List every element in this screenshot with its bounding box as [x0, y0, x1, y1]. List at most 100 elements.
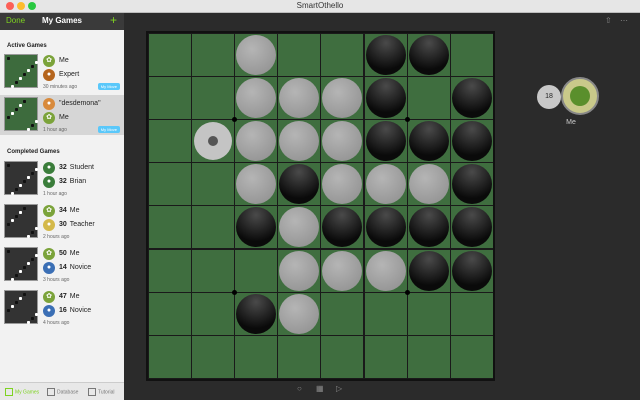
opponent-name: Expert: [59, 71, 80, 78]
white-piece: [236, 78, 277, 119]
thumbnail-piece: [31, 65, 34, 68]
board-square[interactable]: [149, 335, 192, 378]
player-avatar-icon: ●: [43, 162, 55, 174]
thumbnail-piece: [23, 180, 26, 183]
opponent-score: 14: [59, 264, 67, 271]
opponent-avatar-icon: ●: [43, 176, 55, 188]
board-square[interactable]: [149, 77, 192, 120]
thumbnail-piece: [19, 297, 22, 300]
board-square[interactable]: [407, 77, 450, 120]
board-square[interactable]: [450, 335, 493, 378]
board-square[interactable]: [407, 292, 450, 335]
board-square[interactable]: [364, 292, 407, 335]
white-piece: [279, 250, 320, 291]
thumbnail-piece: [11, 219, 14, 222]
thumbnail-piece: [7, 223, 10, 226]
thumbnail-piece: [27, 176, 30, 179]
white-piece: [236, 35, 277, 75]
board-square[interactable]: [192, 249, 235, 292]
thumbnail-piece: [31, 172, 34, 175]
leaf-icon: [570, 86, 590, 106]
board-square[interactable]: [450, 34, 493, 77]
tab-my-games[interactable]: My Games: [5, 388, 39, 396]
black-piece: [365, 78, 406, 119]
thumbnail-piece: [11, 192, 14, 195]
opponent-name: Brian: [69, 178, 87, 185]
share-icon[interactable]: ⇧: [605, 16, 612, 25]
board-square[interactable]: [321, 34, 364, 77]
player-label: Me: [566, 119, 576, 126]
board-square[interactable]: [192, 292, 235, 335]
active-game-item[interactable]: ● "desdemona" ✿ Me 1 hour ago My Move: [0, 95, 124, 135]
book-icon: [88, 388, 96, 396]
board-square[interactable]: [192, 163, 235, 206]
board-square[interactable]: [192, 34, 235, 77]
black-piece: [408, 250, 449, 291]
game-thumbnail: [4, 161, 38, 195]
board-square[interactable]: [321, 292, 364, 335]
thumbnail-piece: [35, 61, 38, 64]
player-score: 50: [59, 250, 67, 257]
more-icon[interactable]: ⋯: [620, 16, 628, 25]
thumbnail-piece: [15, 215, 18, 218]
thumbnail-piece: [27, 262, 30, 265]
thumbnail-piece: [31, 258, 34, 261]
completed-game-item[interactable]: ✿ 34 Me ● 30 Teacher 2 hours ago: [0, 202, 124, 242]
thumbnail-piece: [19, 211, 22, 214]
thumbnail-piece: [31, 317, 34, 320]
board-square[interactable]: [149, 163, 192, 206]
thumbnail-piece: [23, 73, 26, 76]
board-view-icon[interactable]: ▦: [316, 384, 324, 393]
tab-tutorial[interactable]: Tutorial: [88, 388, 115, 396]
completed-game-item[interactable]: ✿ 50 Me ● 14 Novice 3 hours ago: [0, 245, 124, 285]
board-square[interactable]: [450, 292, 493, 335]
sidebar-footer: My Games Database Tutorial: [0, 382, 124, 400]
opponent-name: Teacher: [69, 221, 95, 228]
board-square[interactable]: [192, 335, 235, 378]
thumbnail-piece: [27, 321, 30, 324]
player-score: 32: [59, 164, 67, 171]
board-square[interactable]: [235, 249, 278, 292]
board-square[interactable]: [407, 335, 450, 378]
black-piece: [365, 121, 406, 162]
board-square[interactable]: [321, 335, 364, 378]
player-name: Student: [69, 164, 94, 171]
board-square[interactable]: [149, 206, 192, 249]
board-square[interactable]: [149, 249, 192, 292]
board-square[interactable]: [278, 34, 321, 77]
board-square[interactable]: [149, 34, 192, 77]
thumbnail-piece: [15, 301, 18, 304]
thumbnail-piece: [7, 250, 10, 253]
completed-game-item[interactable]: ● 32 Student ● 32 Brian 1 hour ago: [0, 159, 124, 199]
active-game-item[interactable]: ✿ Me ● Expert 30 minutes ago My Move: [0, 52, 124, 92]
completed-game-item[interactable]: ✿ 47 Me ● 16 Novice 4 hours ago: [0, 288, 124, 328]
player-panel: 18 Me: [530, 76, 610, 136]
board-square[interactable]: [149, 120, 192, 163]
database-icon: [47, 388, 55, 396]
player-name: Me: [69, 293, 80, 300]
add-game-button[interactable]: +: [110, 13, 117, 27]
board-square[interactable]: [192, 77, 235, 120]
opponent-avatar-icon: ●: [43, 305, 55, 317]
board-square[interactable]: [192, 206, 235, 249]
thumbnail-piece: [11, 305, 14, 308]
tab-database[interactable]: Database: [47, 388, 78, 396]
black-piece: [451, 121, 492, 162]
thumbnail-piece: [35, 120, 38, 123]
window-title: SmartOthello: [296, 1, 344, 10]
black-piece: [236, 293, 277, 334]
board-square[interactable]: [149, 292, 192, 335]
replay-icon[interactable]: ▷: [336, 384, 342, 393]
thumbnail-piece: [11, 85, 14, 88]
thumbnail-piece: [15, 81, 18, 84]
board-square[interactable]: [235, 335, 278, 378]
hint-bulb-icon[interactable]: ○: [297, 384, 302, 393]
player-name: Me: [59, 57, 69, 64]
othello-board[interactable]: [146, 31, 495, 381]
game-thumbnail: [4, 204, 38, 238]
board-marker-dot: [404, 117, 410, 123]
thumbnail-piece: [11, 112, 14, 115]
board-square[interactable]: [278, 335, 321, 378]
opponent-avatar-icon: ●: [43, 219, 55, 231]
board-square[interactable]: [364, 335, 407, 378]
